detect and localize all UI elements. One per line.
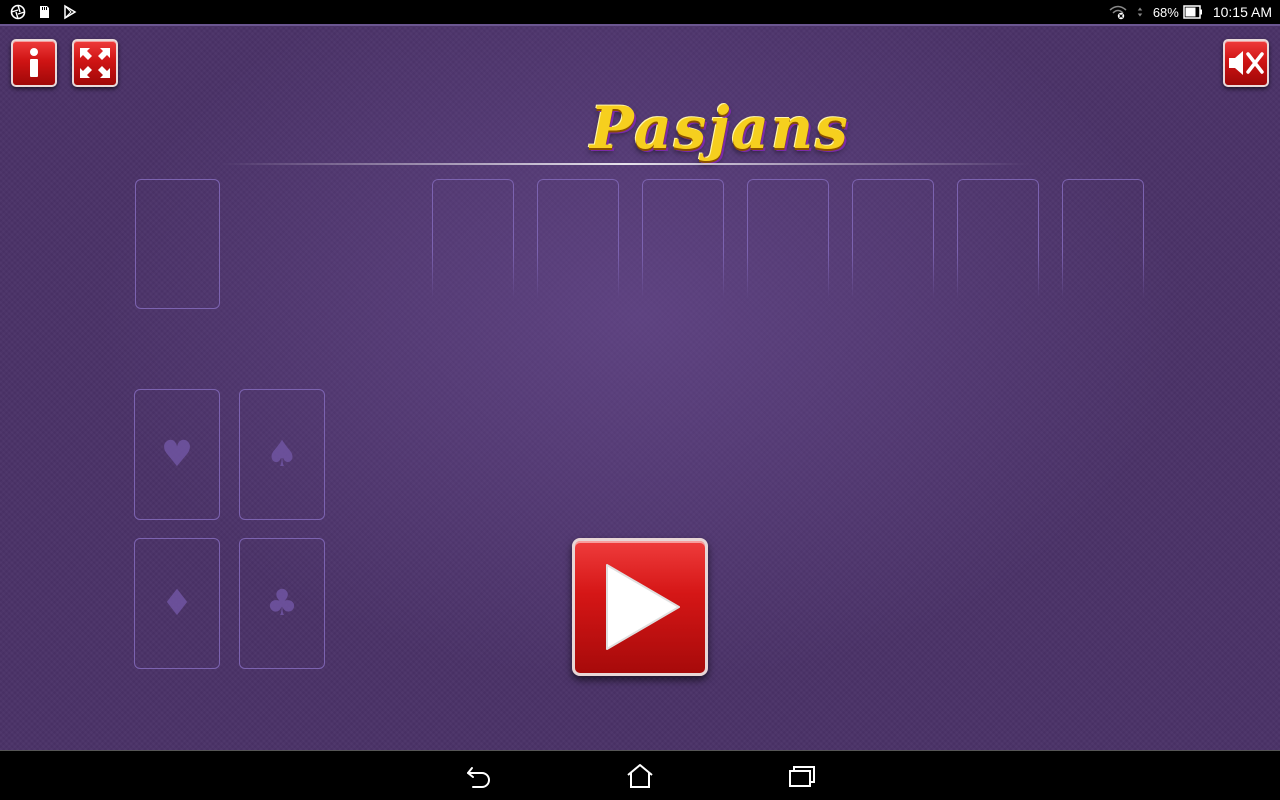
tableau-slot-1[interactable] xyxy=(432,179,514,299)
status-left xyxy=(10,4,78,20)
foundation-slot-hearts[interactable]: ♥ xyxy=(134,389,220,520)
fullscreen-icon xyxy=(80,48,110,78)
club-icon: ♣ xyxy=(265,583,299,624)
play-button[interactable] xyxy=(572,538,708,676)
status-clock: 10:15 AM xyxy=(1212,4,1272,20)
stock-pile-slot[interactable] xyxy=(135,179,220,309)
battery-percentage: 68% xyxy=(1152,4,1179,20)
status-right: 68% 10:15 AM xyxy=(1109,4,1272,20)
tableau-slot-6[interactable] xyxy=(957,179,1039,299)
info-icon xyxy=(30,48,38,77)
tableau-slot-4[interactable] xyxy=(747,179,829,299)
signal-icon xyxy=(1137,7,1143,17)
wifi-icon xyxy=(1109,5,1127,20)
sd-card-icon xyxy=(40,6,49,18)
game-title: Pasjans xyxy=(590,94,850,162)
tableau-slot-2[interactable] xyxy=(537,179,619,299)
play-icon xyxy=(606,564,680,650)
info-button[interactable] xyxy=(11,39,57,87)
recent-apps-icon[interactable] xyxy=(788,763,816,789)
navigation-bar xyxy=(0,750,1280,800)
diamond-icon: ♦ xyxy=(160,583,194,624)
foundation-slot-spades[interactable]: ♠ xyxy=(239,389,325,520)
play-store-icon xyxy=(64,4,77,20)
aperture-icon xyxy=(10,4,26,20)
spade-icon: ♠ xyxy=(265,434,299,475)
back-icon[interactable] xyxy=(465,763,493,789)
foundation-slot-diamonds[interactable]: ♦ xyxy=(134,538,220,669)
battery-icon xyxy=(1183,5,1202,19)
home-icon[interactable] xyxy=(626,763,654,789)
game-board: Pasjans ♥ ♠ ♦ ♣ xyxy=(0,24,1280,750)
speaker-muted-icon xyxy=(1229,51,1264,75)
mute-button[interactable] xyxy=(1223,39,1269,87)
status-bar: 68% 10:15 AM xyxy=(0,0,1280,24)
fullscreen-button[interactable] xyxy=(72,39,118,87)
tableau-slot-5[interactable] xyxy=(852,179,934,299)
tableau-slot-7[interactable] xyxy=(1062,179,1144,299)
heart-icon: ♥ xyxy=(160,434,194,475)
foundation-slot-clubs[interactable]: ♣ xyxy=(239,538,325,669)
tableau-slot-3[interactable] xyxy=(642,179,724,299)
title-divider xyxy=(220,163,1030,165)
